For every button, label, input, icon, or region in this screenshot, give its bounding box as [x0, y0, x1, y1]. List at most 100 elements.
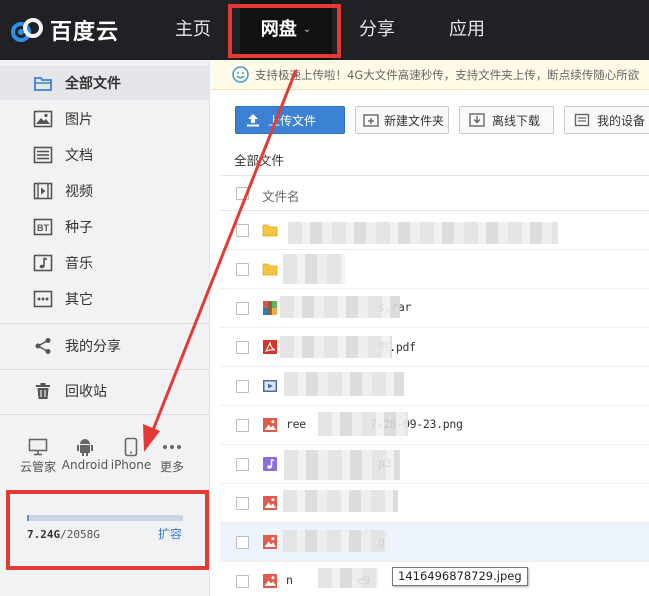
row-checkbox[interactable] [236, 575, 249, 588]
mosaic-overlay [283, 530, 388, 552]
offline-download-button[interactable]: 离线下载 [459, 106, 554, 134]
sidebar-item-recycle-bin[interactable]: 回收站 [0, 374, 209, 408]
row-checkbox[interactable] [236, 224, 249, 237]
brand-name: 百度云 [50, 20, 120, 45]
nav-netdisk[interactable]: 网盘 ⌄ [240, 0, 332, 60]
device-icon [573, 111, 591, 129]
expand-storage-link[interactable]: 扩容 [158, 525, 182, 542]
bt-icon: BT [33, 217, 53, 237]
nav-home[interactable]: 主页 [158, 0, 228, 60]
sidebar-item-label: 视频 [65, 184, 93, 200]
storage-total: 2058G [66, 528, 100, 541]
sidebar-item-label: 我的分享 [65, 339, 121, 355]
more-icon [147, 436, 197, 458]
smile-icon [232, 66, 249, 83]
select-all-checkbox[interactable] [236, 187, 249, 200]
row-checkbox[interactable] [236, 341, 249, 354]
column-filename[interactable]: 文件名 [262, 186, 300, 205]
new-folder-button[interactable]: 新建文件夹 [355, 106, 449, 134]
sidebar-item-all-files[interactable]: 全部文件 [0, 66, 209, 100]
sidebar-divider [0, 414, 209, 415]
my-devices-button[interactable]: 我的设备 [564, 106, 649, 134]
breadcrumb: 全部文件 [234, 153, 285, 168]
device-label: 更多 [159, 460, 184, 474]
sidebar-item-label: 文档 [65, 148, 93, 164]
upload-icon [244, 111, 262, 129]
row-checkbox[interactable] [236, 536, 249, 549]
document-icon [33, 145, 53, 165]
row-checkbox[interactable] [236, 458, 249, 471]
sidebar-item-images[interactable]: 图片 [0, 102, 209, 136]
filename-tooltip: 1416496878729.jpeg [392, 567, 528, 586]
nav-netdisk-label: 网盘 [260, 19, 297, 40]
sidebar-item-other[interactable]: 其它 [0, 282, 209, 316]
upload-button[interactable]: 上传文件 [235, 106, 345, 134]
video-icon [33, 181, 53, 201]
folder-icon [262, 222, 278, 238]
offline-download-button-label: 离线下载 [492, 113, 541, 128]
row-checkbox[interactable] [236, 263, 249, 276]
monitor-icon [13, 436, 63, 458]
logo[interactable]: 百度云 [10, 14, 119, 46]
sidebar-item-label: 种子 [65, 220, 93, 236]
mosaic-overlay [284, 450, 400, 480]
sidebar-item-music[interactable]: 音乐 [0, 246, 209, 280]
video-file-icon [262, 378, 278, 394]
device-android[interactable]: Android [60, 436, 110, 472]
nav-share[interactable]: 分享 [342, 0, 412, 60]
cloud-logo-icon [11, 18, 43, 42]
sidebar-item-videos[interactable]: 视频 [0, 174, 209, 208]
rar-archive-icon [262, 300, 278, 316]
image-file-icon [262, 495, 278, 511]
mosaic-overlay [283, 254, 345, 284]
file-name-prefix: ree [286, 417, 306, 431]
device-more[interactable]: 更多 [147, 436, 197, 475]
row-checkbox[interactable] [236, 497, 249, 510]
sidebar-item-label: 图片 [65, 112, 93, 128]
sidebar-item-torrents[interactable]: BT 种子 [0, 210, 209, 244]
mosaic-overlay [318, 412, 408, 436]
mosaic-overlay [283, 490, 398, 512]
other-icon [33, 289, 53, 309]
row-checkbox[interactable] [236, 419, 249, 432]
image-file-icon [262, 573, 278, 589]
chevron-down-icon: ⌄ [302, 24, 312, 35]
file-row[interactable]: ree 7-20-09-23.png [220, 406, 649, 445]
file-name-prefix: n [286, 573, 293, 587]
download-icon [468, 111, 486, 129]
sidebar-item-docs[interactable]: 文档 [0, 138, 209, 172]
sidebar-item-label: 全部文件 [65, 76, 121, 92]
pdf-icon [262, 339, 278, 355]
top-bar: 百度云 主页 网盘 ⌄ 分享 应用 [0, 0, 649, 60]
row-checkbox[interactable] [236, 302, 249, 315]
mosaic-overlay [284, 372, 404, 396]
new-folder-icon [362, 111, 380, 129]
notice-text: 支持极速上传啦！4G大文件高速秒传，支持文件夹上传，断点续传随心所欲 [255, 68, 640, 82]
sidebar-item-label: 回收站 [65, 384, 107, 400]
storage-used: 7.24G [27, 528, 61, 541]
music-file-icon [262, 456, 278, 472]
file-list-header: 文件名 [220, 175, 649, 211]
bt-glyph: BT [37, 223, 49, 233]
sidebar-item-label: 其它 [65, 292, 93, 308]
device-cloud-manager[interactable]: 云管家 [13, 436, 63, 475]
folder-icon [33, 73, 53, 93]
mosaic-overlay [288, 222, 558, 244]
row-checkbox[interactable] [236, 380, 249, 393]
nav-apps-label: 应用 [449, 19, 485, 40]
device-label: Android [61, 458, 109, 472]
new-folder-button-label: 新建文件夹 [384, 113, 445, 128]
image-file-icon [262, 534, 278, 550]
image-file-icon [262, 417, 278, 433]
sidebar-divider [0, 369, 209, 370]
sidebar-item-label: 音乐 [65, 256, 93, 272]
nav-home-label: 主页 [175, 19, 211, 40]
sidebar-item-my-shares[interactable]: 我的分享 [0, 329, 209, 363]
folder-icon [262, 261, 278, 277]
nav-apps[interactable]: 应用 [432, 0, 502, 60]
sidebar-divider [0, 323, 209, 324]
share-icon [33, 336, 53, 356]
image-icon [33, 109, 53, 129]
device-label: 云管家 [19, 460, 56, 474]
storage-bar-fill [27, 515, 29, 521]
